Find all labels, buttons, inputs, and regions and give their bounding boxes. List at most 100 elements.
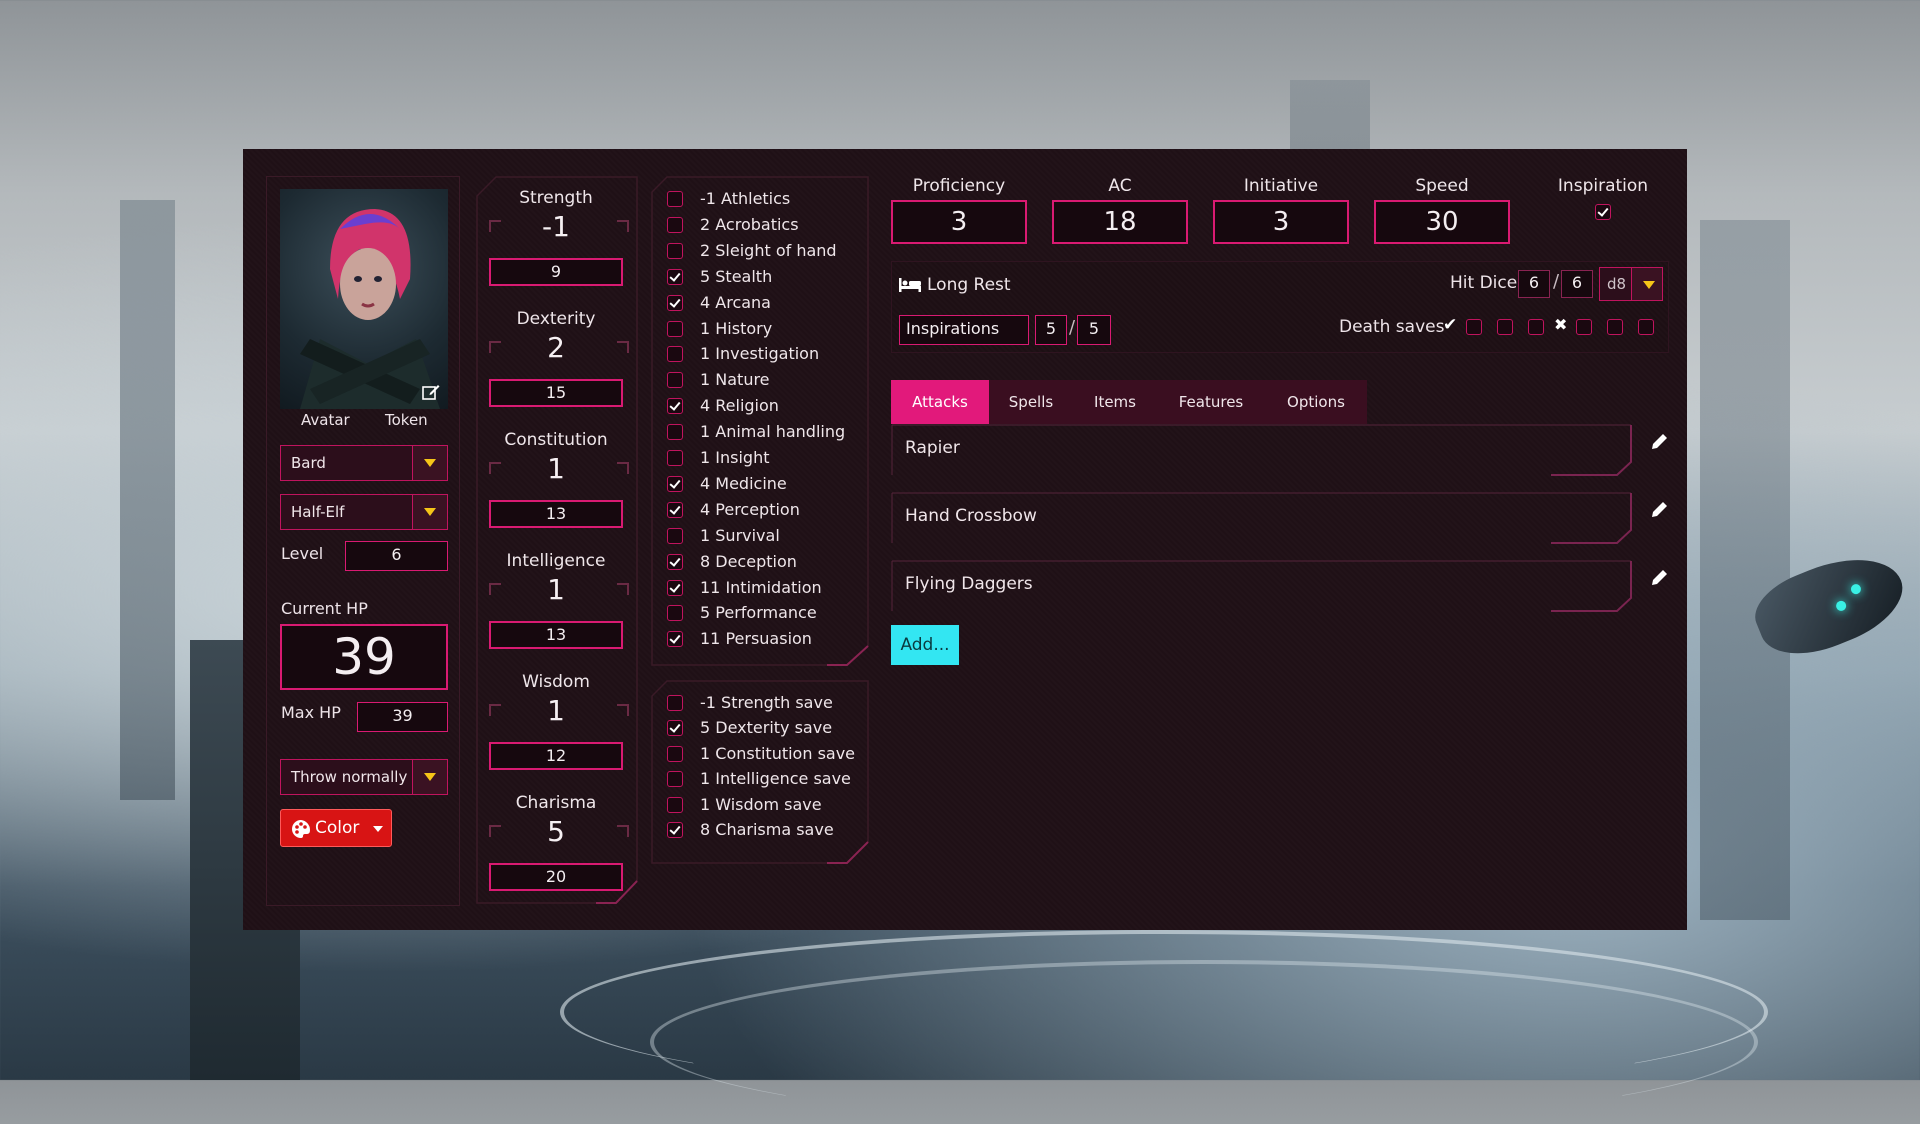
skill-row[interactable]: 5 Stealth (667, 266, 863, 288)
skill-row[interactable]: 1 Investigation (667, 343, 863, 365)
skill-checkbox[interactable] (667, 320, 683, 337)
skill-row[interactable]: 4 Religion (667, 395, 863, 417)
inspirations-max-input[interactable]: 5 (1077, 315, 1111, 345)
saving-throw-row[interactable]: 1 Wisdom save (667, 794, 863, 816)
proficiency-input[interactable]: 3 (891, 200, 1027, 244)
ability-score-input[interactable]: 15 (489, 379, 623, 407)
skill-row[interactable]: 1 Nature (667, 369, 863, 391)
death-save-success-1[interactable] (1466, 319, 1482, 335)
pencil-icon[interactable] (1649, 432, 1669, 452)
skill-row[interactable]: 4 Medicine (667, 473, 863, 495)
ability-name: Intelligence (506, 551, 606, 571)
pencil-icon[interactable] (1649, 500, 1669, 520)
level-input[interactable]: 6 (345, 541, 448, 571)
saving-throw-row[interactable]: 1 Intelligence save (667, 768, 863, 790)
attack-row[interactable]: Rapier (891, 424, 1667, 476)
skill-checkbox[interactable] (667, 450, 683, 466)
death-save-failure-3[interactable] (1638, 319, 1654, 335)
skill-checkbox[interactable] (667, 475, 683, 492)
saving-throw-checkbox[interactable] (667, 720, 683, 737)
inspirations-current-input[interactable]: 5 (1035, 315, 1067, 345)
skill-row[interactable]: 8 Deception (667, 551, 863, 573)
tab-features[interactable]: Features (1157, 380, 1265, 424)
tab-attacks[interactable]: Attacks (891, 380, 989, 424)
race-select[interactable]: Half-Elf (280, 494, 448, 530)
ability-score-input[interactable]: 13 (489, 500, 623, 528)
saving-throw-row[interactable]: -1 Strength save (667, 692, 863, 714)
skill-checkbox[interactable] (667, 501, 683, 518)
death-save-failure-1[interactable] (1576, 319, 1592, 335)
skill-row[interactable]: 2 Sleight of hand (667, 240, 863, 262)
skill-row[interactable]: 1 History (667, 318, 863, 340)
death-save-success-2[interactable] (1497, 319, 1513, 335)
saving-throw-row[interactable]: 1 Constitution save (667, 743, 863, 765)
skill-checkbox[interactable] (667, 398, 683, 415)
skill-label: -1 Athletics (700, 189, 791, 208)
skill-checkbox[interactable] (667, 424, 683, 441)
max-hp-input[interactable]: 39 (357, 702, 448, 732)
class-select[interactable]: Bard (280, 445, 448, 481)
skill-checkbox[interactable] (667, 579, 683, 596)
skill-row[interactable]: 5 Performance (667, 602, 863, 624)
saving-throw-checkbox[interactable] (667, 745, 683, 762)
skill-checkbox[interactable] (667, 553, 683, 570)
tab-spells[interactable]: Spells (989, 380, 1073, 424)
ability-score-input[interactable]: 13 (489, 621, 623, 649)
caret-down-icon (373, 826, 383, 832)
long-rest-button[interactable]: Long Rest (897, 271, 1017, 299)
skill-checkbox[interactable] (667, 216, 683, 233)
edit-icon[interactable] (422, 383, 440, 401)
inspiration-checkbox[interactable] (1595, 204, 1611, 220)
hit-dice-max-input[interactable]: 6 (1561, 270, 1593, 298)
avatar-image[interactable] (280, 189, 448, 409)
pencil-icon[interactable] (1649, 568, 1669, 588)
ability-score-input[interactable]: 20 (489, 863, 623, 891)
skill-row[interactable]: 1 Survival (667, 525, 863, 547)
add-attack-button[interactable]: Add... (891, 625, 959, 665)
skill-checkbox[interactable] (667, 372, 683, 389)
skill-checkbox[interactable] (667, 294, 683, 311)
saving-throw-label: 5 Dexterity save (700, 718, 833, 738)
speed-input[interactable]: 30 (1374, 200, 1510, 244)
tab-options[interactable]: Options (1265, 380, 1367, 424)
current-hp-input[interactable]: 39 (280, 624, 448, 690)
ability-score-input[interactable]: 12 (489, 742, 623, 770)
saving-throw-checkbox[interactable] (667, 796, 683, 813)
token-tab[interactable]: Token (385, 411, 428, 429)
saving-throw-checkbox[interactable] (667, 822, 683, 838)
skill-checkbox[interactable] (667, 191, 683, 207)
attack-row[interactable]: Hand Crossbow (891, 492, 1667, 544)
skill-row[interactable]: 1 Insight (667, 447, 863, 469)
hit-dice-current-input[interactable]: 6 (1518, 270, 1550, 298)
avatar-tab[interactable]: Avatar (301, 411, 350, 429)
saving-throw-row[interactable]: 5 Dexterity save (667, 717, 863, 739)
skill-row[interactable]: 1 Animal handling (667, 421, 863, 443)
skill-row[interactable]: 11 Intimidation (667, 577, 863, 599)
skill-checkbox[interactable] (667, 346, 683, 363)
skill-checkbox[interactable] (667, 268, 683, 285)
skill-row[interactable]: -1 Athletics (667, 188, 863, 210)
ac-input[interactable]: 18 (1052, 200, 1188, 244)
skill-row[interactable]: 4 Perception (667, 499, 863, 521)
skill-row[interactable]: 11 Persuasion (667, 628, 863, 650)
initiative-input[interactable]: 3 (1213, 200, 1349, 244)
ability-modifier: 5 (547, 815, 565, 848)
throw-mode-select[interactable]: Throw normally (280, 759, 448, 795)
saving-throw-checkbox[interactable] (667, 695, 683, 711)
attack-row[interactable]: Flying Daggers (891, 560, 1667, 612)
skill-checkbox[interactable] (667, 605, 683, 622)
skill-checkbox[interactable] (667, 242, 683, 259)
saving-throw-row[interactable]: 8 Charisma save (667, 819, 863, 841)
death-save-failure-2[interactable] (1607, 319, 1623, 335)
skill-checkbox[interactable] (667, 527, 683, 544)
saving-throw-checkbox[interactable] (667, 771, 683, 788)
color-button[interactable]: Color (280, 809, 392, 847)
skill-checkbox[interactable] (667, 631, 683, 648)
skill-row[interactable]: 2 Acrobatics (667, 214, 863, 236)
saving-throw-label: 8 Charisma save (700, 820, 834, 839)
skill-row[interactable]: 4 Arcana (667, 292, 863, 314)
tab-items[interactable]: Items (1073, 380, 1157, 424)
hit-die-select[interactable]: d8 (1599, 267, 1663, 301)
ability-score-input[interactable]: 9 (489, 258, 623, 286)
death-save-success-3[interactable] (1528, 319, 1544, 335)
